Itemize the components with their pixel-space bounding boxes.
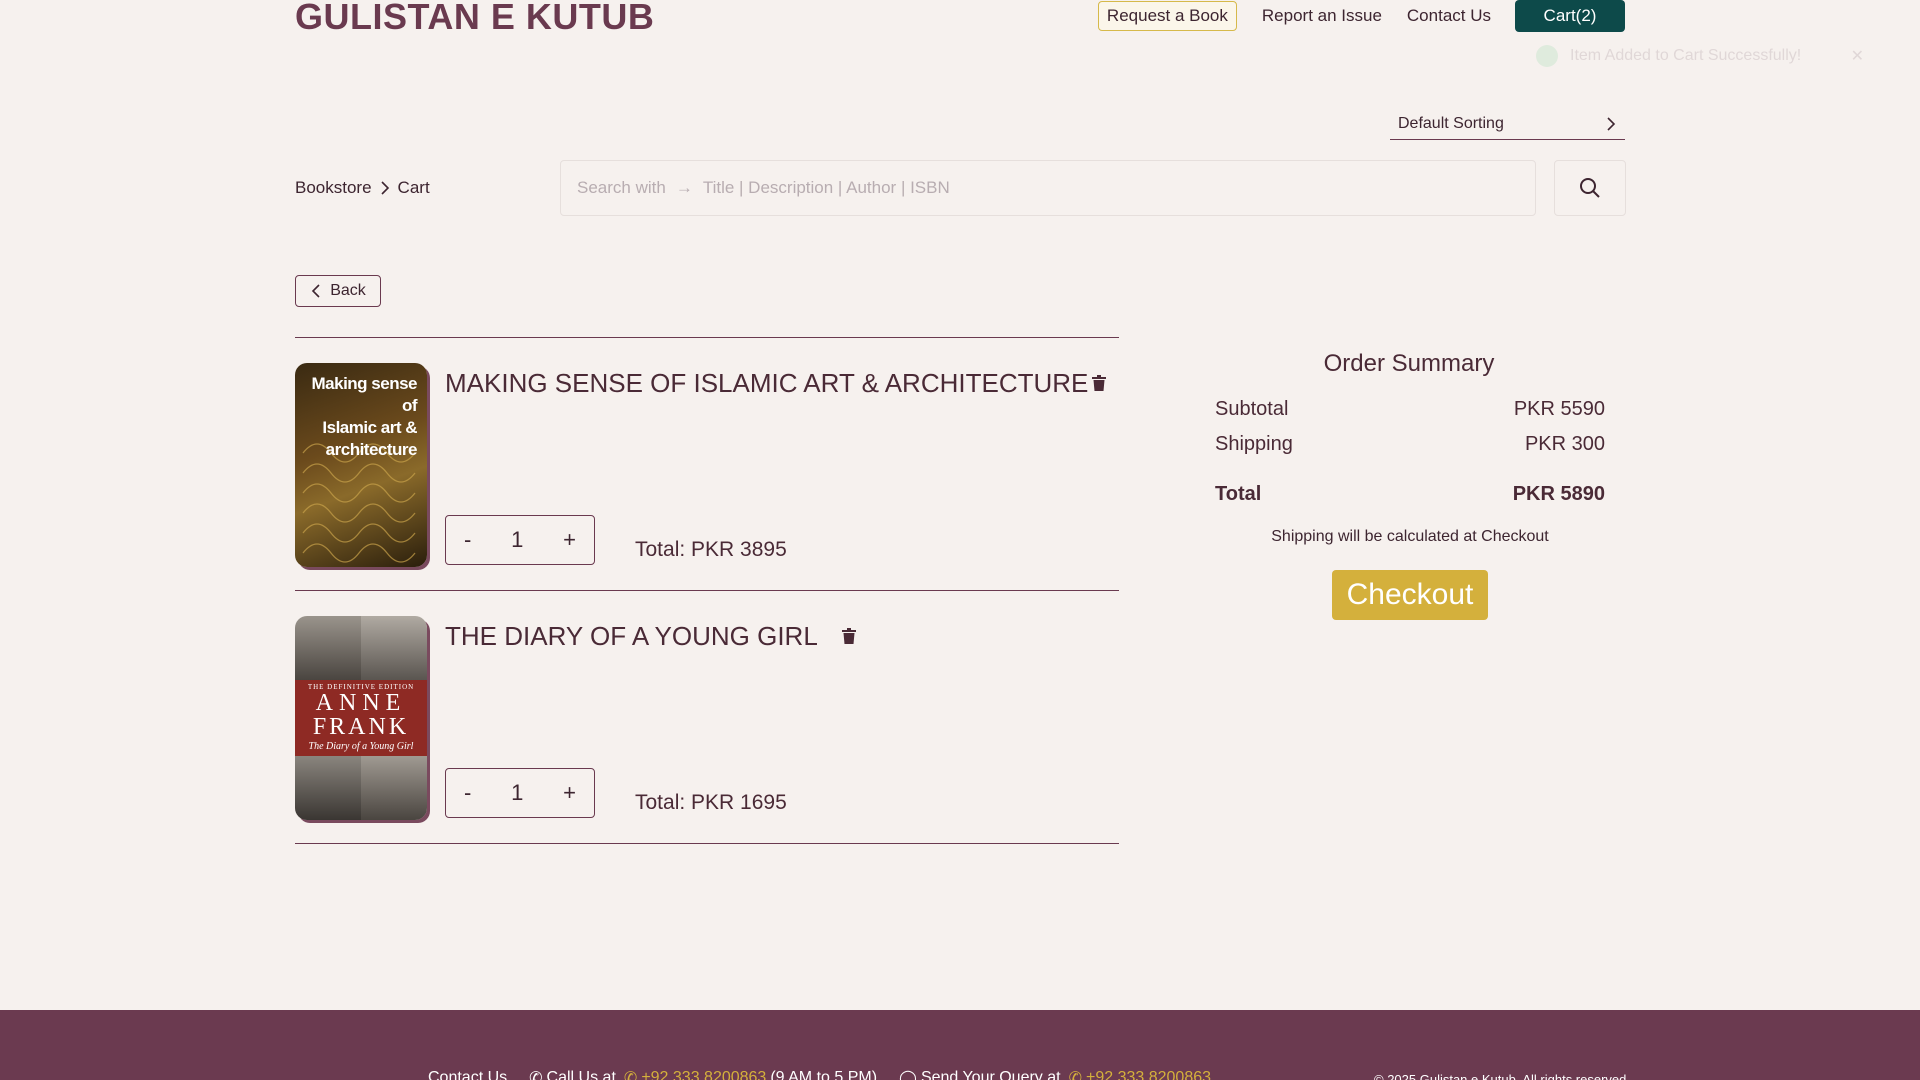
quantity-value: 1 bbox=[511, 527, 524, 552]
request-book-button[interactable]: Request a Book bbox=[1097, 1, 1237, 31]
quantity-stepper[interactable]: - 1 + bbox=[445, 768, 595, 818]
cart-item-title[interactable]: THE DIARY OF A YOUNG GIRL bbox=[445, 621, 818, 652]
breadcrumb: Bookstore Cart bbox=[295, 178, 430, 198]
breadcrumb-cart: Cart bbox=[397, 178, 430, 197]
back-label: Back bbox=[330, 282, 366, 299]
toast-message: Item Added to Cart Successfully! bbox=[1570, 47, 1802, 64]
search-button[interactable] bbox=[1554, 160, 1626, 216]
back-button[interactable]: Back bbox=[295, 275, 381, 307]
chevron-right-icon bbox=[380, 181, 390, 195]
chevron-left-icon bbox=[312, 284, 320, 298]
subtotal-label: Subtotal bbox=[1215, 398, 1289, 420]
divider bbox=[295, 843, 1119, 844]
total-label: Total bbox=[1215, 483, 1262, 505]
cart-item-title[interactable]: MAKING SENSE OF ISLAMIC ART & ARCHITECTU… bbox=[445, 368, 1088, 399]
report-issue-link[interactable]: Report an Issue bbox=[1262, 6, 1382, 26]
increment-button[interactable]: + bbox=[563, 780, 576, 806]
search-input[interactable]: Search with → Title | Description | Auth… bbox=[560, 160, 1536, 216]
toast-notification: Item Added to Cart Successfully! ✕ bbox=[1520, 36, 1880, 76]
cover-text-line: architecture bbox=[325, 440, 418, 459]
call-hours: (9 AM to 5 PM) bbox=[770, 1069, 878, 1080]
search-icon bbox=[1580, 178, 1600, 198]
divider bbox=[295, 337, 1119, 338]
shipping-row: Shipping PKR 300 bbox=[1215, 433, 1605, 456]
search-placeholder-prefix: Search with bbox=[577, 178, 666, 197]
contact-us-link[interactable]: Contact Us bbox=[1407, 6, 1491, 26]
book-cover-islamic-art[interactable]: Making sense of Islamic art & architectu… bbox=[295, 363, 427, 567]
subtotal-value: PKR 5590 bbox=[1513, 398, 1605, 420]
sorting-label: Default Sorting bbox=[1398, 114, 1504, 132]
search-placeholder-hint: Title | Description | Author | ISBN bbox=[702, 178, 950, 197]
cart-button[interactable]: Cart(2) bbox=[1515, 0, 1625, 32]
book-cover-diary-young-girl[interactable]: THE DEFINITIVE EDITION ANNE FRANK The Di… bbox=[295, 616, 427, 820]
shipping-label: Shipping bbox=[1215, 433, 1293, 455]
quantity-value: 1 bbox=[511, 780, 524, 805]
message-icon: ◯ bbox=[899, 1070, 917, 1080]
whatsapp-icon: ✆ bbox=[623, 1070, 638, 1080]
footer-copyright: © 2025 Gulistan e Kutub. All rights rese… bbox=[1374, 1072, 1630, 1080]
decrement-button[interactable]: - bbox=[464, 527, 471, 553]
trash-icon[interactable] bbox=[842, 628, 856, 644]
total-value: PKR 5890 bbox=[1512, 483, 1605, 505]
whatsapp-icon: ✆ bbox=[1068, 1070, 1082, 1080]
cover-text-line: FRANK bbox=[312, 714, 410, 740]
call-number-link[interactable]: +92 333 8200863 bbox=[641, 1069, 766, 1080]
divider bbox=[295, 590, 1119, 591]
footer-contact-link[interactable]: Contact Us bbox=[428, 1069, 507, 1080]
checkout-button[interactable]: Checkout bbox=[1332, 570, 1488, 620]
order-summary-title: Order Summary bbox=[1323, 350, 1495, 377]
query-label: Send Your Query at bbox=[920, 1069, 1061, 1080]
sorting-dropdown[interactable]: Default Sorting bbox=[1390, 108, 1625, 140]
subtotal-row: Subtotal PKR 5590 bbox=[1215, 398, 1605, 421]
cart-item-total: Total: PKR 1695 bbox=[635, 791, 787, 814]
trash-icon[interactable] bbox=[1092, 375, 1106, 391]
query-number-link[interactable]: +92 333 8200863 bbox=[1086, 1069, 1211, 1080]
site-logo[interactable]: GULISTAN E KUTUB bbox=[295, 0, 654, 38]
cover-text-line: Islamic art & bbox=[322, 418, 417, 437]
cover-text-line: Making sense of bbox=[311, 374, 418, 415]
success-icon bbox=[1536, 45, 1558, 67]
breadcrumb-bookstore[interactable]: Bookstore bbox=[295, 178, 372, 198]
top-nav: Request a Book Report an Issue Contact U… bbox=[1097, 0, 1625, 32]
chevron-right-icon bbox=[1607, 116, 1616, 131]
increment-button[interactable]: + bbox=[563, 527, 576, 553]
cart-item-total: Total: PKR 3895 bbox=[635, 538, 787, 561]
decrement-button[interactable]: - bbox=[464, 780, 471, 806]
total-row: Total PKR 5890 bbox=[1215, 483, 1605, 506]
cover-text-line: ANNE bbox=[315, 690, 407, 716]
phone-icon: ✆ bbox=[529, 1070, 543, 1080]
shipping-value: PKR 300 bbox=[1524, 433, 1605, 455]
quantity-stepper[interactable]: - 1 + bbox=[445, 515, 595, 565]
arrow-right-icon: → bbox=[675, 178, 693, 197]
close-icon[interactable]: ✕ bbox=[1851, 46, 1864, 66]
cover-text-line: The Diary of a Young Girl bbox=[308, 741, 414, 752]
shipping-note: Shipping will be calculated at Checkout bbox=[1271, 528, 1549, 545]
call-label: Call Us at bbox=[546, 1069, 616, 1080]
